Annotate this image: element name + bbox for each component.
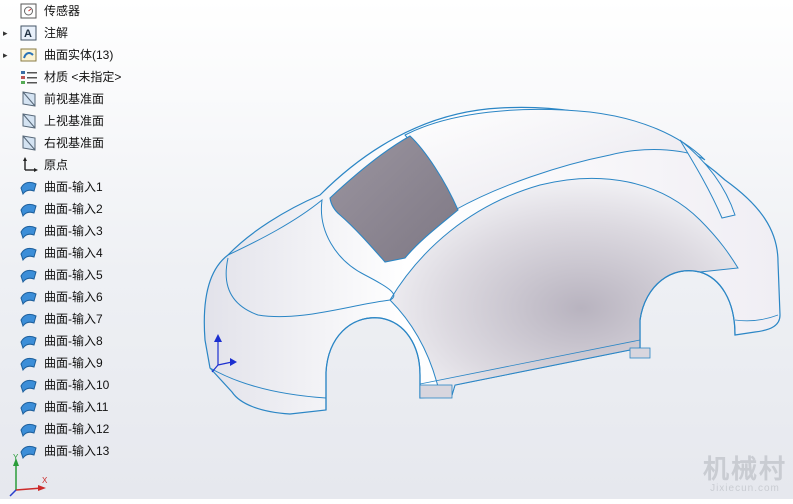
tree-item[interactable]: ▸ A 注解 <box>0 22 190 44</box>
surface-icon <box>20 399 38 415</box>
origin-icon <box>20 157 38 173</box>
expand-arrow-icon[interactable]: ▸ <box>3 22 11 44</box>
tree-item-label: 曲面-输入8 <box>44 334 103 348</box>
tree-item[interactable]: 曲面-输入4 <box>0 242 190 264</box>
tree-item-label: 曲面实体(13) <box>44 48 114 62</box>
sensor-icon <box>20 3 38 19</box>
tree-item-label: 材质 <未指定> <box>44 70 122 84</box>
reference-triad: Y X <box>2 452 50 498</box>
surface-icon <box>20 289 38 305</box>
expand-arrow-icon[interactable]: ▸ <box>3 44 11 66</box>
tree-item[interactable]: 上视基准面 <box>0 110 190 132</box>
tree-item-label: 曲面-输入7 <box>44 312 103 326</box>
tree-item-label: 原点 <box>44 158 69 172</box>
triad-x-label: X <box>42 476 48 485</box>
tree-item-label: 曲面-输入9 <box>44 356 103 370</box>
svg-text:A: A <box>24 28 32 40</box>
tree-item-label: 上视基准面 <box>44 114 105 128</box>
material-icon <box>20 69 38 85</box>
tree-item-label: 曲面-输入13 <box>44 444 110 458</box>
tree-item[interactable]: 曲面-输入11 <box>0 396 190 418</box>
feature-manager-tree[interactable]: 传感器 ▸ A 注解 ▸ 曲面实体(13) 材质 <未指定> 前视基准面上视基准面右视基准面原… <box>0 0 190 462</box>
tree-item[interactable]: 曲面-输入8 <box>0 330 190 352</box>
surface-icon <box>20 421 38 437</box>
plane-icon <box>20 135 38 151</box>
tree-item[interactable]: 原点 <box>0 154 190 176</box>
tree-item-label: 前视基准面 <box>44 92 105 106</box>
surface-icon <box>20 333 38 349</box>
tree-item-label: 曲面-输入2 <box>44 202 103 216</box>
surface-icon <box>20 267 38 283</box>
tree-item[interactable]: 曲面-输入2 <box>0 198 190 220</box>
plane-icon <box>20 91 38 107</box>
surface-icon <box>20 377 38 393</box>
tree-item[interactable]: 右视基准面 <box>0 132 190 154</box>
tree-item-label: 曲面-输入6 <box>44 290 103 304</box>
rear-arch-flange <box>629 347 651 359</box>
tree-item[interactable]: 材质 <未指定> <box>0 66 190 88</box>
tree-item[interactable]: 曲面-输入10 <box>0 374 190 396</box>
tree-item[interactable]: ▸ 曲面实体(13) <box>0 44 190 66</box>
tree-item-label: 注解 <box>44 26 69 40</box>
watermark-main: 机械村 <box>702 454 787 484</box>
tree-item-label: 曲面-输入1 <box>44 180 103 194</box>
triad-y-label: Y <box>13 453 19 462</box>
watermark-url: Jixiecun.com <box>710 483 780 494</box>
watermark: 机械村 Jixiecun.com <box>703 455 787 495</box>
surface-icon <box>20 245 38 261</box>
surface-icon <box>20 201 38 217</box>
tree-item-label: 曲面-输入3 <box>44 224 103 238</box>
surface-icon <box>20 179 38 195</box>
tree-item[interactable]: 传感器 <box>0 0 190 22</box>
tree-item[interactable]: 曲面-输入9 <box>0 352 190 374</box>
front-arch-flange <box>419 384 453 399</box>
tree-item[interactable]: 曲面-输入6 <box>0 286 190 308</box>
tree-item-label: 曲面-输入11 <box>44 400 109 414</box>
tree-item-label: 传感器 <box>44 4 81 18</box>
tree-item-label: 右视基准面 <box>44 136 105 150</box>
tree-item[interactable]: 曲面-输入3 <box>0 220 190 242</box>
surface-icon <box>20 355 38 371</box>
tree-item[interactable]: 曲面-输入5 <box>0 264 190 286</box>
tree-item-label: 曲面-输入5 <box>44 268 103 282</box>
tree-item-label: 曲面-输入12 <box>44 422 110 436</box>
tree-item-label: 曲面-输入10 <box>44 378 110 392</box>
plane-icon <box>20 113 38 129</box>
tree-item[interactable]: 曲面-输入1 <box>0 176 190 198</box>
tree-item[interactable]: 前视基准面 <box>0 88 190 110</box>
tree-item[interactable]: 曲面-输入12 <box>0 418 190 440</box>
surface-icon <box>20 223 38 239</box>
surface-bodies-folder-icon <box>20 47 38 63</box>
surface-icon <box>20 311 38 327</box>
annotation-icon: A <box>20 25 38 41</box>
tree-item[interactable]: 曲面-输入7 <box>0 308 190 330</box>
tree-item-label: 曲面-输入4 <box>44 246 103 260</box>
